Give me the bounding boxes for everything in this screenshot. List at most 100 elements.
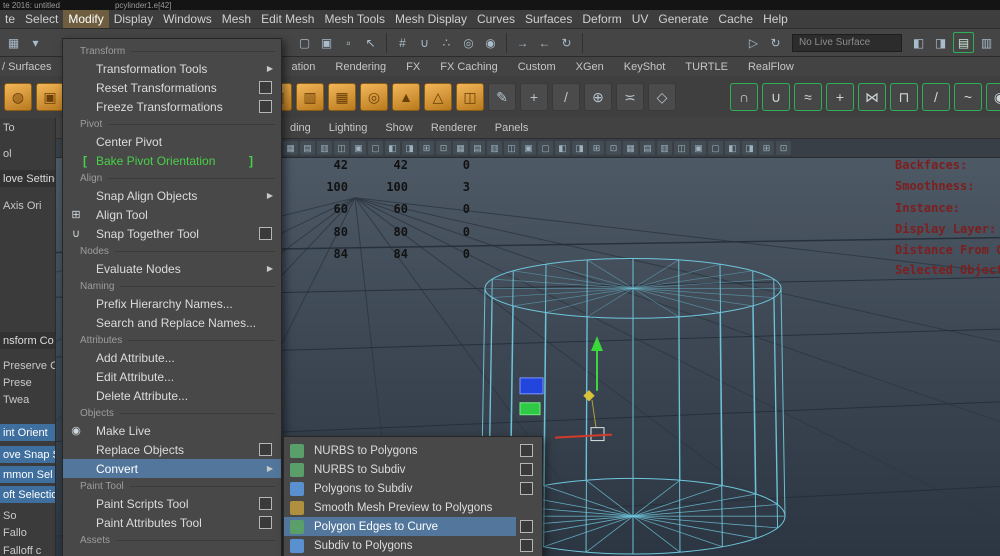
menu-item-delete-attribute[interactable]: Delete Attribute... — [63, 386, 281, 405]
shelf-tab-keyshot[interactable]: KeyShot — [614, 61, 676, 73]
menu-curves[interactable]: Curves — [472, 10, 520, 28]
menu-cache[interactable]: Cache — [713, 10, 758, 28]
ipr-render-icon[interactable]: ↻ — [766, 33, 785, 52]
poly-cone-icon[interactable]: ▲ — [392, 83, 420, 111]
menu-uv[interactable]: UV — [627, 10, 654, 28]
submenu-item-nurbs-to-subdiv[interactable]: NURBS to Subdiv — [284, 460, 542, 479]
poly-pyramid-icon[interactable]: △ — [424, 83, 452, 111]
lock-camera-icon[interactable]: ▤ — [300, 141, 315, 155]
bulge-tool-icon[interactable]: ◉ — [986, 83, 1000, 111]
select-by-object-type-icon[interactable]: ▣ — [317, 33, 336, 52]
menu-item-freeze-transformations[interactable]: Freeze Transformations — [63, 97, 281, 116]
shelf-tab-rendering[interactable]: Rendering — [325, 61, 396, 73]
live-surface-field[interactable]: No Live Surface — [792, 34, 902, 52]
option-box[interactable] — [520, 444, 533, 457]
shelf-tab-fx-caching[interactable]: FX Caching — [430, 61, 507, 73]
image-plane-icon[interactable]: ▣ — [351, 141, 366, 155]
multisample-toggle-icon[interactable]: ▥ — [657, 141, 672, 155]
frame-all-icon[interactable]: ◫ — [504, 141, 519, 155]
menu-item-replace-objects[interactable]: Replace Objects — [63, 440, 281, 459]
pinch-tool-icon[interactable]: ⋈ — [858, 83, 886, 111]
bookmarks-icon[interactable]: ◫ — [334, 141, 349, 155]
shelf-tab-surfaces[interactable]: / Surfaces — [0, 61, 54, 73]
wireframe-mode-icon[interactable]: ▢ — [538, 141, 553, 155]
menu-surfaces[interactable]: Surfaces — [520, 10, 577, 28]
lighting-toggle-icon[interactable]: ⊞ — [589, 141, 604, 155]
film-gate-icon[interactable]: ◨ — [402, 141, 417, 155]
menu-item-edit-attribute[interactable]: Edit Attribute... — [63, 367, 281, 386]
poly-torus-icon[interactable]: ◎ — [360, 83, 388, 111]
menu-item-transformation-tools[interactable]: Transformation Tools▶ — [63, 59, 281, 78]
snap-to-grids-icon[interactable]: # — [393, 33, 412, 52]
field-chart-icon[interactable]: ▦ — [453, 141, 468, 155]
snap-to-points-icon[interactable]: ∴ — [437, 33, 456, 52]
poly-cylinder-icon[interactable]: ▥ — [296, 83, 324, 111]
shelf-tab-turtle[interactable]: TURTLE — [675, 61, 738, 73]
menu-deform[interactable]: Deform — [577, 10, 626, 28]
option-box[interactable] — [259, 516, 272, 529]
menu-item-search-and-replace-names[interactable]: Search and Replace Names... — [63, 313, 281, 332]
panel-menu-ding[interactable]: ding — [281, 122, 320, 134]
select-camera-icon[interactable]: ▦ — [283, 141, 298, 155]
exposure-icon[interactable]: ◨ — [742, 141, 757, 155]
flatten-tool-icon[interactable]: ⊓ — [890, 83, 918, 111]
frame-selection-icon[interactable]: ▣ — [521, 141, 536, 155]
tool-settings-label-nsform-co[interactable]: nsform Co — [0, 332, 55, 349]
selected-face-box[interactable] — [591, 428, 604, 441]
option-box[interactable] — [520, 463, 533, 476]
snap-to-curves-icon[interactable]: ∪ — [415, 33, 434, 52]
tool-settings-label-ove-snap-s[interactable]: ove Snap S — [0, 446, 55, 463]
menu-mesh-tools[interactable]: Mesh Tools — [319, 10, 389, 28]
menu-item-center-pivot[interactable]: Center Pivot — [63, 132, 281, 151]
option-box[interactable] — [520, 520, 533, 533]
blue-handle-chip[interactable] — [520, 378, 543, 394]
submenu-item-polygon-edges-to-curve[interactable]: Polygon Edges to Curve — [284, 517, 542, 536]
shelf-tab-realflow[interactable]: RealFlow — [738, 61, 804, 73]
resolution-gate-icon[interactable]: ⊞ — [419, 141, 434, 155]
menu-windows[interactable]: Windows — [158, 10, 217, 28]
poly-cube-icon[interactable]: ▣ — [36, 83, 64, 111]
target-weld-icon[interactable]: ⊕ — [584, 83, 612, 111]
make-object-live-icon[interactable]: ◉ — [481, 33, 500, 52]
safe-action-icon[interactable]: ▤ — [470, 141, 485, 155]
menu-item-add-attribute[interactable]: Add Attribute... — [63, 348, 281, 367]
dropdown-caret-icon[interactable]: ▾ — [26, 33, 45, 52]
2d-pan-zoom-icon[interactable]: ▢ — [368, 141, 383, 155]
select-by-hierarchy-icon[interactable]: ▢ — [295, 33, 314, 52]
menu-display[interactable]: Display — [109, 10, 158, 28]
menu-te[interactable]: te — [0, 10, 20, 28]
move-manipulator[interactable] — [520, 336, 612, 440]
tool-settings-label-love-setting[interactable]: love Setting — [0, 170, 55, 187]
poly-pipe-icon[interactable]: ◫ — [456, 83, 484, 111]
render-frame-icon[interactable]: ▷ — [744, 33, 763, 52]
tool-settings-label-oft-selection[interactable]: oft Selection — [0, 486, 55, 503]
panel-menu-lighting[interactable]: Lighting — [320, 122, 377, 134]
xray-toggle-icon[interactable]: ▢ — [708, 141, 723, 155]
safe-title-icon[interactable]: ▥ — [487, 141, 502, 155]
menu-edit-mesh[interactable]: Edit Mesh — [256, 10, 319, 28]
option-box[interactable] — [259, 81, 272, 94]
shelf-tab-fx[interactable]: FX — [396, 61, 430, 73]
modeling-toolkit-icon[interactable]: ▤ — [953, 32, 974, 53]
input-connections-icon[interactable]: → — [513, 33, 532, 52]
bevel-icon[interactable]: ◇ — [648, 83, 676, 111]
menu-item-snap-together-tool[interactable]: ∪Snap Together Tool — [63, 224, 281, 243]
relax-tool-icon[interactable]: ≈ — [794, 83, 822, 111]
panel-menu-renderer[interactable]: Renderer — [422, 122, 486, 134]
tool-settings-label-mmon-sel[interactable]: mmon Sel — [0, 466, 55, 483]
knife-tool-icon[interactable]: / — [922, 83, 950, 111]
textured-mode-icon[interactable]: ◨ — [572, 141, 587, 155]
motion-blur-toggle-icon[interactable]: ▤ — [640, 141, 655, 155]
menu-item-convert[interactable]: Convert▶ — [63, 459, 281, 478]
menu-help[interactable]: Help — [758, 10, 793, 28]
quad-draw-icon[interactable]: + — [520, 83, 548, 111]
menu-generate[interactable]: Generate — [653, 10, 713, 28]
shelf-tab-custom[interactable]: Custom — [508, 61, 566, 73]
menu-item-snap-align-objects[interactable]: Snap Align Objects▶ — [63, 186, 281, 205]
isolate-select-icon[interactable]: ▣ — [691, 141, 706, 155]
submenu-item-polygons-to-subdiv[interactable]: Polygons to Subdiv — [284, 479, 542, 498]
camera-attributes-icon[interactable]: ▥ — [317, 141, 332, 155]
panel-menu-show[interactable]: Show — [376, 122, 422, 134]
lasso-select-icon[interactable]: ↖ — [361, 33, 380, 52]
green-handle-chip[interactable] — [520, 403, 540, 415]
